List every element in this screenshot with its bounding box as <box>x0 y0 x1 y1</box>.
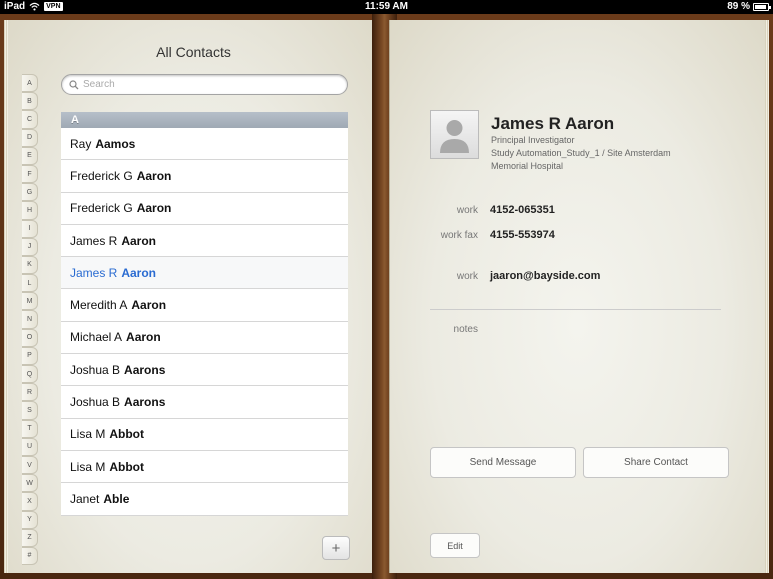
add-contact-button[interactable]: + <box>322 536 350 560</box>
notes-label: notes <box>453 324 478 335</box>
index-tab[interactable]: N <box>22 310 38 329</box>
email-value[interactable]: jaaron@bayside.com <box>490 270 600 282</box>
contact-last-name: Aarons <box>124 395 166 410</box>
contact-last-name: Aamos <box>95 136 136 151</box>
index-tab[interactable]: T <box>22 419 38 438</box>
contact-organization-line2: Memorial Hospital <box>491 161 564 171</box>
clock: 11:59 AM <box>365 1 408 12</box>
alphabet-index[interactable]: A B C D E F G H I J K L M N O P Q R S T … <box>22 74 38 566</box>
search-input[interactable] <box>83 79 333 90</box>
index-tab[interactable]: Z <box>22 528 38 547</box>
contact-photo[interactable] <box>430 110 479 159</box>
contact-row[interactable]: Frederick G Aaron <box>61 160 348 193</box>
contact-detail-page: James R Aaron Principal Investigator Stu… <box>389 20 765 573</box>
contact-last-name: Able <box>103 491 130 506</box>
contact-last-name: Abbot <box>109 427 144 442</box>
contact-last-name: Aaron <box>136 201 172 216</box>
contact-row[interactable]: Ray Aamos <box>61 128 348 161</box>
battery-icon <box>753 2 771 11</box>
contact-last-name: Aaron <box>121 233 157 248</box>
contact-first-name: Joshua B <box>70 362 121 377</box>
contact-first-name: Janet <box>70 491 100 506</box>
contact-first-name: James R <box>70 265 118 280</box>
contact-last-name: Aaron <box>136 168 172 183</box>
contact-row[interactable]: Janet Able <box>61 483 348 516</box>
contact-first-name: Joshua B <box>70 395 121 410</box>
contact-row[interactable]: Joshua B Aarons <box>61 354 348 387</box>
contacts-list[interactable]: A Ray Aamos Frederick G Aaron Frederick GA… <box>61 112 348 523</box>
index-tab[interactable]: I <box>22 219 38 238</box>
index-tab[interactable]: W <box>22 474 38 493</box>
contact-last-name: Abbot <box>109 459 144 474</box>
section-header: A <box>61 112 348 128</box>
contact-row[interactable]: Frederick G Aaron <box>61 192 348 225</box>
index-tab[interactable]: F <box>22 164 38 184</box>
fax-value[interactable]: 4155-553974 <box>490 229 555 241</box>
contact-row[interactable]: Lisa M Abbot <box>61 450 348 484</box>
index-tab[interactable]: P <box>22 346 38 365</box>
send-message-button[interactable]: Send Message <box>430 447 576 478</box>
contact-first-name: Lisa M <box>70 459 106 474</box>
index-tab[interactable]: M <box>22 292 38 311</box>
address-book: All Contacts A B C D E F G H I J K L M N… <box>0 14 773 579</box>
contact-first-name: Frederick G <box>70 201 133 216</box>
index-tab[interactable]: D <box>22 128 38 147</box>
contact-first-name: Meredith A <box>70 298 128 313</box>
index-tab[interactable]: R <box>22 383 38 402</box>
search-field[interactable] <box>61 74 348 95</box>
contact-last-name: Aarons <box>124 362 166 377</box>
index-tab[interactable]: A <box>22 74 38 93</box>
status-bar: iPad VPN 11:59 AM 89 % <box>0 0 773 14</box>
status-right: 89 % <box>727 1 771 12</box>
contact-row[interactable]: Joshua B Aarons <box>61 386 348 419</box>
contacts-list-page: All Contacts A B C D E F G H I J K L M N… <box>8 20 380 573</box>
person-silhouette-icon <box>440 120 469 153</box>
search-icon <box>69 79 79 89</box>
contact-first-name: James R <box>70 233 118 248</box>
index-tab[interactable]: S <box>22 401 38 420</box>
page-title: All Contacts <box>156 44 231 60</box>
index-tab[interactable]: # <box>22 546 38 566</box>
index-tab[interactable]: J <box>22 237 38 256</box>
contact-job-title: Principal Investigator <box>491 135 575 145</box>
contact-row[interactable]: Lisa M Abbot <box>61 418 348 451</box>
index-tab[interactable]: L <box>22 274 38 293</box>
contact-row[interactable]: Michael A Aaron <box>61 321 348 355</box>
phone-label: work <box>456 205 478 216</box>
contact-first-name: Ray <box>70 136 92 151</box>
index-tab[interactable]: H <box>22 201 38 220</box>
index-tab[interactable]: Y <box>22 510 38 529</box>
index-tab[interactable]: C <box>22 110 38 129</box>
contact-first-name: Frederick G <box>70 168 133 183</box>
contact-last-name: Aaron <box>121 265 157 280</box>
index-tab[interactable]: V <box>22 455 38 475</box>
index-tab[interactable]: X <box>22 492 38 511</box>
contact-row-selected[interactable]: James R Aaron <box>61 257 348 290</box>
email-label: work <box>456 271 478 282</box>
phone-value[interactable]: 4152-065351 <box>490 204 555 216</box>
index-tab[interactable]: Q <box>22 365 38 384</box>
contact-last-name: Aaron <box>131 298 167 313</box>
section-divider <box>430 309 721 310</box>
index-tab[interactable]: G <box>22 183 38 202</box>
contact-last-name: Aaron <box>126 330 161 345</box>
share-contact-button[interactable]: Share Contact <box>583 447 729 478</box>
contact-name: James R Aaron <box>491 114 615 133</box>
index-tab[interactable]: E <box>22 146 38 165</box>
contact-organization: Study Automation_Study_1 / Site Amsterda… <box>491 148 671 158</box>
fax-label: work fax <box>440 230 478 241</box>
index-tab[interactable]: K <box>22 255 38 275</box>
edit-button[interactable]: Edit <box>430 533 480 558</box>
index-tab[interactable]: B <box>22 92 38 111</box>
contact-first-name: Lisa M <box>70 427 106 442</box>
index-tab[interactable]: O <box>22 328 38 347</box>
contact-row[interactable]: James R Aaron <box>61 224 348 258</box>
index-tab[interactable]: U <box>22 437 38 456</box>
contact-first-name: Michael A <box>70 330 123 345</box>
battery-percent: 89 % <box>727 1 750 12</box>
contact-row[interactable]: Meredith A Aaron <box>61 289 348 322</box>
